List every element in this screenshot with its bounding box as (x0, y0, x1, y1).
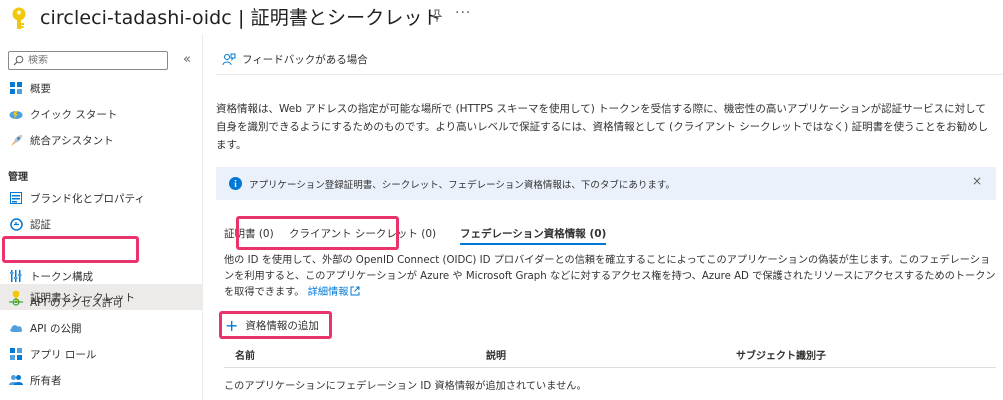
key-icon (12, 7, 26, 29)
search-icon (13, 55, 24, 66)
sidebar-item-integration-assistant[interactable]: 統合アシスタント (0, 127, 202, 153)
column-header-name[interactable]: 名前 (235, 347, 255, 362)
info-icon (229, 177, 242, 190)
highlight-federated-tab (236, 216, 399, 250)
learn-more-link[interactable]: 詳細情報 (308, 286, 361, 298)
sidebar-item-app-roles[interactable]: アプリ ロール (0, 341, 202, 367)
table-header: 名前 説明 サブジェクト識別子 (216, 344, 996, 366)
column-header-subject[interactable]: サブジェクト識別子 (736, 347, 826, 362)
sidebar-item-expose-api[interactable]: API の公開 (0, 315, 202, 341)
column-header-description[interactable]: 説明 (486, 347, 506, 362)
cloud-lightning-icon (9, 107, 23, 121)
sidebar-item-label: 統合アシスタント (30, 134, 114, 147)
rocket-icon (9, 133, 23, 147)
table-divider (224, 367, 996, 368)
sidebar-item-label: 所有者 (30, 374, 62, 387)
sidebar-item-token-configuration[interactable]: トークン構成 (0, 263, 202, 289)
sidebar-item-authentication[interactable]: 認証 (0, 211, 202, 237)
feedback-button[interactable]: フィードバックがある場合 (222, 52, 368, 67)
owners-icon (9, 373, 23, 387)
sidebar-item-label: 概要 (30, 82, 51, 95)
auth-icon (9, 217, 23, 231)
sidebar-item-label: アプリ ロール (30, 348, 97, 361)
credentials-description: 資格情報は、Web アドレスの指定が可能な場所で (HTTPS スキーマを使用し… (216, 103, 989, 151)
sidebar-item-label: ブランド化とプロパティ (30, 192, 145, 205)
sidebar-item-label: トークン構成 (30, 270, 93, 283)
sidebar-item-label: 認証 (30, 218, 51, 231)
main-content: フィードバックがある場合 資格情報は、Web アドレスの指定が可能な場所で (H… (216, 0, 1003, 400)
branding-icon (9, 191, 23, 205)
federated-description: 他の ID を使用して、外部の OpenID Connect (OIDC) ID… (224, 253, 996, 301)
info-banner-text: アプリケーション登録証明書、シークレット、フェデレーション資格情報は、下のタブに… (249, 179, 675, 191)
highlight-sidebar-selection (2, 236, 139, 263)
external-link-icon (350, 286, 360, 296)
table-empty-message: このアプリケーションにフェデレーション ID 資格情報が追加されていません。 (224, 381, 587, 392)
toolbar-divider (216, 74, 1003, 75)
app-roles-icon (9, 347, 23, 361)
sidebar-item-label: クイック スタート (30, 108, 118, 121)
tab-federated-credentials[interactable]: フェデレーション資格情報 (0) (460, 226, 606, 241)
info-banner: アプリケーション登録証明書、シークレット、フェデレーション資格情報は、下のタブに… (216, 167, 996, 200)
sidebar-item-branding[interactable]: ブランド化とプロパティ (0, 185, 202, 211)
sidebar-item-label: API の公開 (30, 322, 82, 335)
api-permission-icon (9, 295, 23, 309)
grid-icon (9, 81, 23, 95)
sidebar-item-overview[interactable]: 概要 (0, 75, 202, 101)
sidebar: « 概要 クイック スタート 統合アシスタント 管理 ブランド化とプロパティ 認… (0, 48, 202, 400)
close-icon[interactable]: × (972, 174, 982, 188)
collapse-sidebar-icon[interactable]: « (183, 52, 191, 67)
active-tab-indicator (460, 243, 606, 245)
section-manage-heading: 管理 (8, 172, 28, 183)
highlight-add-button (219, 311, 332, 339)
feedback-icon (222, 53, 236, 65)
sidebar-item-api-permissions[interactable]: API のアクセス許可 (0, 289, 202, 315)
sidebar-divider (202, 34, 203, 400)
sidebar-item-owners[interactable]: 所有者 (0, 367, 202, 393)
token-icon (9, 269, 23, 283)
search-input[interactable] (28, 55, 158, 66)
cloud-api-icon (9, 321, 23, 335)
sidebar-item-label: API のアクセス許可 (30, 296, 123, 309)
sidebar-item-quickstart[interactable]: クイック スタート (0, 101, 202, 127)
search-box[interactable] (8, 51, 168, 70)
feedback-label: フィードバックがある場合 (242, 54, 368, 66)
